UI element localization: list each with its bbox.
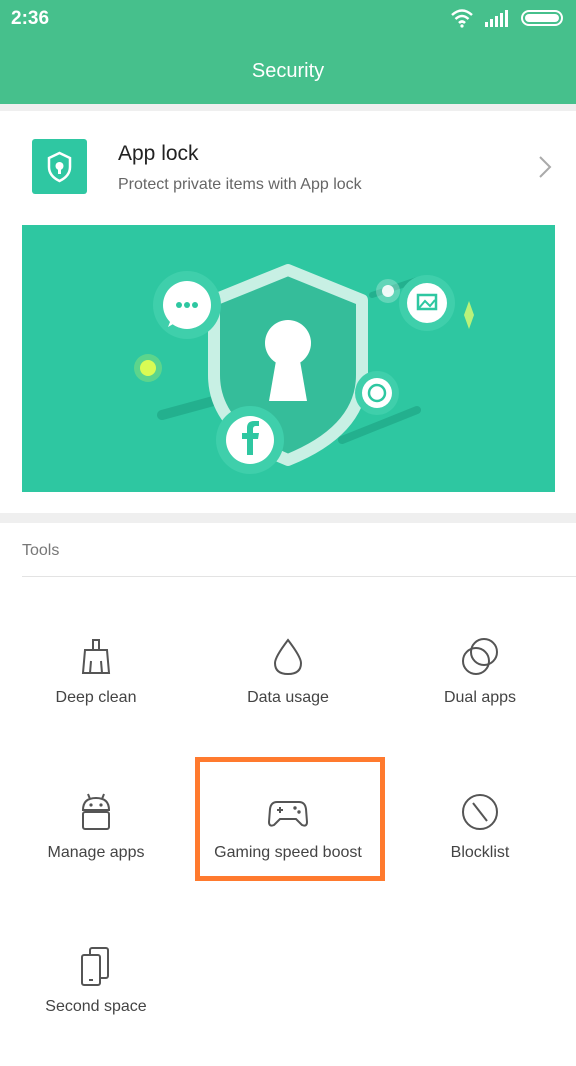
tools-divider bbox=[22, 576, 576, 577]
wifi-icon bbox=[451, 9, 473, 28]
status-icons bbox=[450, 8, 566, 28]
tool-label: Blocklist bbox=[450, 844, 510, 861]
phones-icon bbox=[81, 947, 109, 986]
tool-label: Second space bbox=[45, 998, 147, 1015]
tool-label: Manage apps bbox=[47, 844, 145, 861]
block-icon bbox=[462, 794, 498, 830]
tool-label: Deep clean bbox=[55, 689, 137, 706]
tool-label: Dual apps bbox=[443, 689, 517, 706]
app-lock-icon bbox=[32, 139, 87, 194]
page-title: Security bbox=[251, 60, 325, 82]
header-divider bbox=[0, 104, 576, 111]
battery-icon bbox=[521, 10, 563, 26]
tool-dual-apps[interactable]: Dual apps bbox=[384, 637, 576, 757]
signal-icon bbox=[485, 10, 508, 27]
app-header: 2:36 Security bbox=[0, 0, 576, 104]
highlight-box bbox=[195, 757, 385, 881]
app-lock-subtitle: Protect private items with App lock bbox=[118, 176, 362, 193]
section-divider bbox=[0, 513, 576, 523]
tool-blocklist[interactable]: Blocklist bbox=[384, 792, 576, 912]
chevron-right-icon bbox=[539, 156, 552, 178]
tool-manage-apps[interactable]: Manage apps bbox=[0, 792, 192, 912]
status-time: 2:36 bbox=[11, 8, 50, 29]
tool-label: Data usage bbox=[247, 689, 329, 706]
tool-data-usage[interactable]: Data usage bbox=[192, 637, 384, 757]
shield-illustration bbox=[134, 264, 474, 474]
broom-icon bbox=[81, 639, 111, 674]
tool-second-space[interactable]: Second space bbox=[0, 946, 192, 1066]
app-lock-banner[interactable] bbox=[22, 225, 555, 492]
tool-deep-clean[interactable]: Deep clean bbox=[0, 637, 192, 757]
tools-section-label: Tools bbox=[22, 542, 60, 559]
android-icon bbox=[81, 793, 111, 830]
app-lock-title: App lock bbox=[118, 142, 199, 165]
app-lock-row[interactable]: App lock Protect private items with App … bbox=[0, 111, 576, 225]
droplet-icon bbox=[273, 638, 303, 676]
dual-circles-icon bbox=[462, 638, 498, 675]
